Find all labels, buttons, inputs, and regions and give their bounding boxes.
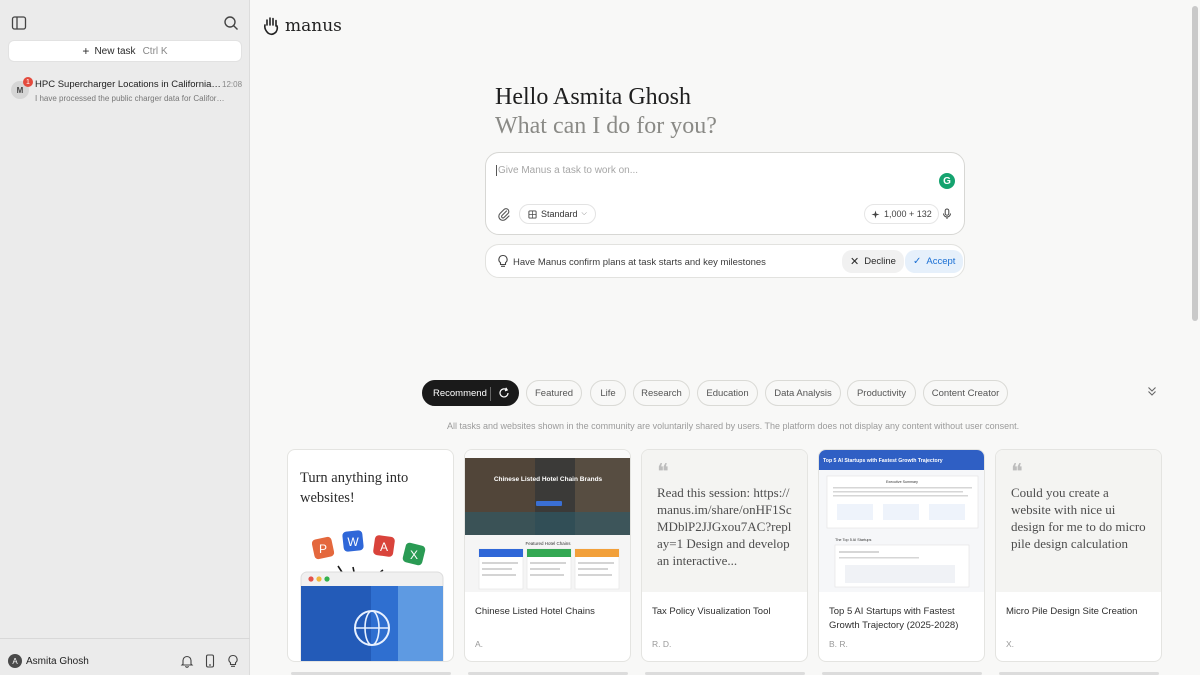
thumb-heading: Top 5 AI Startups with Fastest Growth Tr…	[823, 458, 943, 464]
tab-label: Recommend	[433, 387, 487, 399]
card-title: Micro Pile Design Site Creation	[1006, 606, 1138, 617]
community-card[interactable]: Chinese Listed Hotel Chain Brands Featur…	[464, 449, 631, 662]
divider	[490, 387, 491, 401]
paperclip-icon[interactable]	[497, 207, 511, 221]
credits-value: 1,000 + 132	[884, 209, 932, 219]
accept-label: Accept	[926, 256, 956, 267]
tab-featured[interactable]: Featured	[526, 380, 582, 406]
bell-icon[interactable]	[180, 654, 194, 668]
cube-icon	[528, 209, 537, 219]
microphone-icon[interactable]	[941, 208, 953, 220]
new-task-button[interactable]: + New task Ctrl K	[8, 40, 242, 62]
tab-life[interactable]: Life	[590, 380, 626, 406]
mobile-icon[interactable]	[203, 654, 217, 668]
app-letter: X	[410, 548, 418, 562]
word-icon: W	[342, 530, 364, 552]
pdf-icon: A	[373, 535, 395, 557]
card-author: R. D.	[652, 639, 672, 649]
card-title: Chinese Listed Hotel Chains	[475, 606, 595, 617]
greeting-subtitle: What can I do for you?	[495, 113, 717, 139]
page-scrollbar[interactable]	[1192, 6, 1198, 321]
manus-hand-icon	[264, 17, 279, 36]
thumb-subheading: Featured Hotel Chains	[525, 541, 571, 546]
card-author: B. R.	[829, 639, 848, 649]
mode-selector[interactable]: Standard ⌵	[519, 204, 596, 224]
card-author: X.	[1006, 639, 1015, 649]
tab-education[interactable]: Education	[697, 380, 758, 406]
confirm-plans-text: Have Manus confirm plans at task starts …	[513, 257, 766, 268]
sidebar-footer: A Asmita Ghosh	[0, 638, 250, 675]
new-task-shortcut: Ctrl K	[142, 45, 168, 57]
quote-text: Read this session: https://manus.im/shar…	[657, 485, 792, 568]
community-notice: All tasks and websites shown in the comm…	[447, 421, 1020, 431]
confirm-plans-bar: Have Manus confirm plans at task starts …	[485, 244, 965, 278]
hotel-thumbnail: Chinese Listed Hotel Chain Brands Featur…	[465, 450, 630, 592]
credits-button[interactable]: 1,000 + 132	[864, 204, 939, 224]
card-thumbnail: Top 5 AI Startups with Fastest Growth Tr…	[819, 450, 984, 592]
community-card[interactable]: ❝ Read this session: https://manus.im/sh…	[641, 449, 808, 662]
task-list-item[interactable]: M 1 HPC Supercharger Locations in Califo…	[6, 74, 246, 108]
chevron-down-icon: ⌵	[581, 210, 587, 217]
tab-research[interactable]: Research	[633, 380, 690, 406]
quote-icon: ❝	[1011, 459, 1023, 484]
app-letter: A	[380, 540, 388, 554]
card-quote-preview: ❝ Read this session: https://manus.im/sh…	[642, 450, 807, 592]
task-input[interactable]: Give Manus a task to work on...	[496, 165, 638, 176]
promo-headline: Turn anything into websites!	[300, 470, 409, 506]
excel-icon: X	[402, 542, 426, 566]
card-quote-preview: ❝ Could you create a website with nice u…	[996, 450, 1161, 592]
ai-startups-thumbnail: Top 5 AI Startups with Fastest Growth Tr…	[819, 450, 984, 592]
tab-recommend[interactable]: Recommend	[422, 380, 519, 406]
websites-illustration: P W A X	[300, 530, 444, 661]
chevrons-down-icon[interactable]	[1145, 384, 1159, 398]
promo-card[interactable]: Turn anything into websites! P W A X	[287, 449, 454, 662]
brand-logo[interactable]: manus	[263, 16, 342, 36]
task-title: HPC Supercharger Locations in California…	[35, 79, 221, 90]
close-icon: ✕	[850, 256, 860, 268]
decline-label: Decline	[864, 256, 896, 267]
card-thumbnail: Chinese Listed Hotel Chain Brands Featur…	[465, 450, 630, 592]
accept-button[interactable]: ✓ Accept	[905, 250, 964, 273]
community-card[interactable]: Top 5 AI Startups with Fastest Growth Tr…	[818, 449, 985, 662]
plus-icon: +	[82, 44, 90, 58]
quote-text: Could you create a website with nice ui …	[1011, 485, 1146, 551]
task-preview: I have processed the public charger data…	[35, 94, 225, 103]
powerpoint-icon: P	[311, 536, 335, 560]
thumb-subheading: Executive Summary	[886, 480, 918, 484]
tab-productivity[interactable]: Productivity	[847, 380, 916, 406]
sidebar: + New task Ctrl K M 1 HPC Supercharger L…	[0, 0, 250, 675]
lightbulb-icon	[498, 254, 508, 267]
quote-icon: ❝	[657, 459, 669, 484]
card-title: Tax Policy Visualization Tool	[652, 606, 771, 617]
app-letter: W	[347, 535, 359, 549]
sparkle-icon	[871, 209, 880, 219]
tab-data-analysis[interactable]: Data Analysis	[765, 380, 841, 406]
search-icon[interactable]	[223, 15, 239, 31]
sidebar-toggle-icon[interactable]	[11, 15, 27, 31]
lightbulb-icon[interactable]	[226, 654, 240, 668]
task-input-box[interactable]: Give Manus a task to work on... G Standa…	[485, 152, 965, 235]
thumb-heading: Chinese Listed Hotel Chain Brands	[494, 476, 603, 483]
brand-name: manus	[285, 16, 342, 36]
user-name[interactable]: Asmita Ghosh	[26, 656, 89, 667]
user-avatar[interactable]: A	[8, 654, 22, 668]
app-letter: P	[319, 542, 327, 556]
tab-content-creator[interactable]: Content Creator	[923, 380, 1008, 406]
card-title: Top 5 AI Startups with Fastest Growth Tr…	[829, 606, 959, 631]
mode-label: Standard	[541, 209, 578, 219]
task-time: 12:08	[222, 80, 243, 89]
refresh-icon[interactable]	[498, 387, 510, 399]
greeting-title: Hello Asmita Ghosh	[495, 84, 691, 110]
community-card[interactable]: ❝ Could you create a website with nice u…	[995, 449, 1162, 662]
thumb-section-title: The Top 5 AI Startups	[835, 538, 872, 542]
decline-button[interactable]: ✕ Decline	[842, 250, 904, 273]
sidebar-header	[0, 0, 250, 40]
grammarly-icon[interactable]: G	[939, 173, 955, 189]
card-author: A.	[475, 639, 484, 649]
new-task-label: New task	[94, 45, 136, 57]
unread-badge: 1	[23, 77, 33, 87]
check-icon: ✓	[913, 256, 922, 267]
